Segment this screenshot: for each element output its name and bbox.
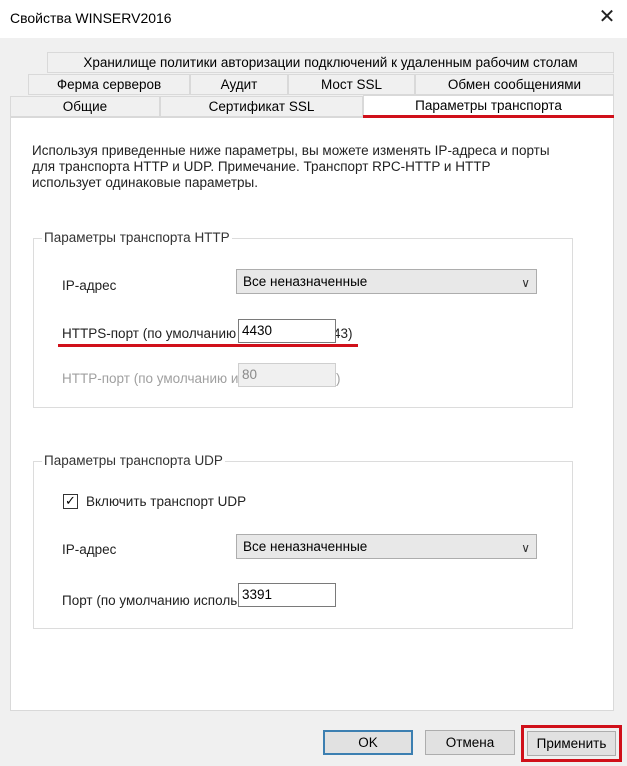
tab-ssl-bridge[interactable]: Мост SSL — [288, 74, 415, 95]
description-text: Используя приведенные ниже параметры, вы… — [32, 143, 592, 191]
http-group-legend: Параметры транспорта HTTP — [42, 230, 232, 245]
http-ip-label: IP-адрес — [62, 278, 117, 293]
window-title: Свойства WINSERV2016 — [10, 10, 172, 26]
description-line-2: для транспорта HTTP и UDP. Примечание. Т… — [32, 159, 491, 174]
chevron-down-icon: ∨ — [521, 541, 530, 555]
tab-policy-store[interactable]: Хранилище политики авторизации подключен… — [47, 52, 614, 73]
apply-button[interactable]: Применить — [527, 731, 616, 756]
enable-udp-label[interactable]: Включить транспорт UDP — [86, 494, 246, 509]
tab-messaging[interactable]: Обмен сообщениями — [415, 74, 614, 95]
http-port-input: 80 — [238, 363, 336, 387]
enable-udp-checkbox[interactable]: ✓ — [63, 494, 78, 509]
cancel-button[interactable]: Отмена — [425, 730, 515, 755]
https-port-label: HTTPS-порт (по умолчанию — [62, 326, 237, 341]
tab-general[interactable]: Общие — [10, 96, 160, 117]
ok-button[interactable]: OK — [323, 730, 413, 755]
description-line-1: Используя приведенные ниже параметры, вы… — [32, 143, 550, 158]
udp-port-input[interactable]: 3391 — [238, 583, 336, 607]
tab-transport-settings[interactable]: Параметры транспорта — [363, 95, 614, 117]
udp-ip-value: Все неназначенные — [243, 539, 368, 554]
udp-group-legend: Параметры транспорта UDP — [42, 453, 225, 468]
http-port-default-suffix: ) — [336, 371, 341, 386]
udp-ip-label: IP-адрес — [62, 542, 117, 557]
udp-port-label: Порт (по умолчанию исполь — [62, 593, 238, 608]
udp-ip-select[interactable]: Все неназначенные ∨ — [236, 534, 537, 559]
tab-server-farm[interactable]: Ферма серверов — [28, 74, 190, 95]
http-ip-value: Все неназначенные — [243, 274, 368, 289]
tab-ssl-certificate[interactable]: Сертификат SSL — [160, 96, 363, 117]
tab-audit[interactable]: Аудит — [190, 74, 288, 95]
active-tab-highlight — [363, 115, 614, 118]
description-line-3: использует одинаковые параметры. — [32, 175, 258, 190]
https-port-input[interactable]: 4430 — [238, 319, 336, 343]
chevron-down-icon: ∨ — [521, 276, 530, 290]
https-port-highlight — [58, 344, 358, 347]
close-icon[interactable]: ✕ — [596, 6, 618, 28]
http-ip-select[interactable]: Все неназначенные ∨ — [236, 269, 537, 294]
http-port-label: HTTP-порт (по умолчанию и — [62, 371, 239, 386]
